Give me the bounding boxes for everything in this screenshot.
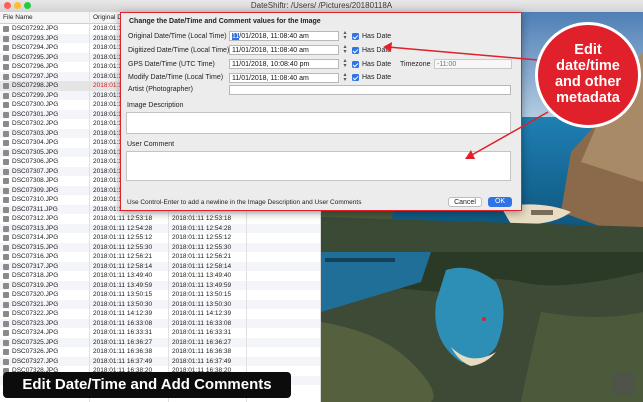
arrow-to-user-comment <box>469 111 549 157</box>
callout-line: date/time <box>556 58 620 74</box>
arrow-to-digitized-field <box>387 46 539 61</box>
arrow-head-icon <box>383 42 392 52</box>
callout-line: Edit <box>574 42 602 58</box>
callout-line: metadata <box>556 90 620 106</box>
metadata-callout: Edit date/time and other metadata <box>535 22 641 128</box>
feature-banner: Edit Date/Time and Add Comments <box>3 372 291 398</box>
callout-line: and other <box>554 74 622 90</box>
